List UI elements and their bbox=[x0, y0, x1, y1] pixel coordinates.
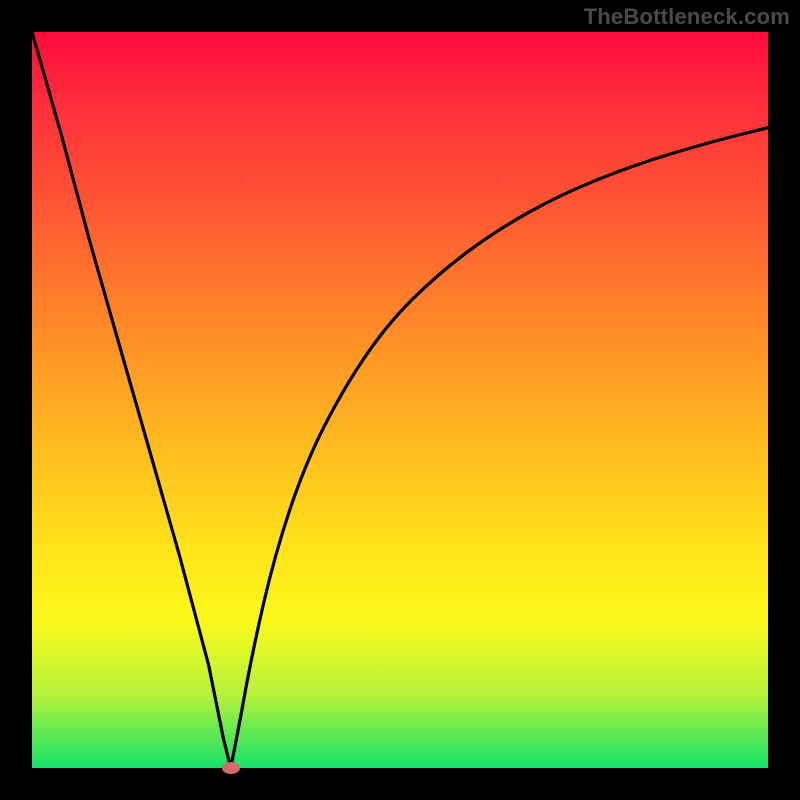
plot-area bbox=[32, 32, 768, 768]
minimum-marker bbox=[222, 762, 240, 774]
chart-frame: TheBottleneck.com bbox=[0, 0, 800, 800]
bottleneck-curve bbox=[32, 32, 768, 768]
watermark-text: TheBottleneck.com bbox=[584, 4, 790, 30]
